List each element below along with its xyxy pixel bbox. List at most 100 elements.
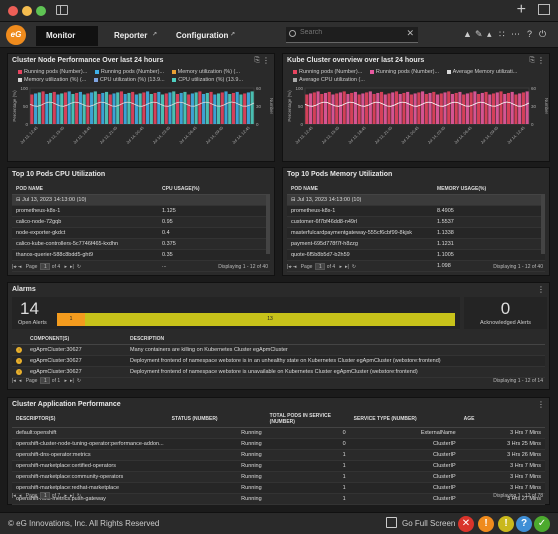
alarm-bar-orange[interactable]: 1 <box>57 313 85 326</box>
prev-page-icon[interactable]: ◂ <box>294 264 297 270</box>
table-row[interactable]: default:openshift Running 0 ExternalName 3 H… <box>12 427 545 439</box>
last-page-icon[interactable]: ▸| <box>70 493 74 499</box>
eg-logo[interactable]: eG <box>6 25 26 45</box>
table-row[interactable]: node-exporter-gkdct 0.4 <box>12 227 270 239</box>
first-page-icon[interactable]: |◂ <box>12 493 16 499</box>
page-input[interactable]: 1 <box>40 492 51 499</box>
table-row[interactable]: quote-6f5b8b5d7-b2h59 1.1005 <box>287 249 545 261</box>
column-header[interactable]: COMPONENT(S) <box>26 334 126 345</box>
legend-item[interactable]: Memory utilization (%) (... <box>18 76 86 84</box>
next-page-icon[interactable]: ▸ <box>65 378 68 384</box>
help-icon[interactable]: ? <box>527 29 532 39</box>
critical-alarm-icon[interactable]: ✕ <box>458 516 474 532</box>
refresh-icon[interactable]: ↻ <box>77 378 81 384</box>
refresh-icon[interactable]: ↻ <box>77 493 81 499</box>
first-page-icon[interactable]: |◂ <box>12 378 16 384</box>
search-input[interactable] <box>300 29 400 36</box>
fullscreen-icon[interactable] <box>386 517 397 528</box>
close-window-button[interactable] <box>8 6 18 16</box>
export-icon[interactable]: ⎘ <box>254 57 260 65</box>
open-alerts-box[interactable]: 14 Open Alerts 1 13 <box>12 297 460 329</box>
panel-menu-icon[interactable]: ⋮ <box>537 285 545 294</box>
user-icon[interactable]: ▲ <box>463 29 472 39</box>
normal-status-icon[interactable]: ✓ <box>534 516 550 532</box>
prev-page-icon[interactable]: ◂ <box>19 493 22 499</box>
group-row[interactable]: ⊟ Jul 13, 2023 14:13:00 (10) <box>12 194 270 206</box>
table-row[interactable]: calico-node-72gqb 0.95 <box>12 216 270 228</box>
next-page-icon[interactable]: ▸ <box>65 264 68 270</box>
column-header[interactable]: DESCRIPTOR(S) <box>12 411 168 428</box>
column-header[interactable]: POD NAME <box>12 184 158 195</box>
power-icon[interactable]: ⏻ <box>539 29 546 40</box>
last-page-icon[interactable]: ▸| <box>70 264 74 270</box>
refresh-icon[interactable]: ↻ <box>77 264 81 270</box>
next-page-icon[interactable]: ▸ <box>340 264 343 270</box>
new-tab-icon[interactable]: + <box>517 1 526 19</box>
column-header[interactable]: STATUS (NUMBER) <box>167 411 266 428</box>
legend-item[interactable]: Running pods (Number)... <box>369 68 439 76</box>
legend-item[interactable]: Average Memory utilizati... <box>446 68 517 76</box>
prev-page-icon[interactable]: ◂ <box>19 378 22 384</box>
next-page-icon[interactable]: ▸ <box>65 493 68 499</box>
legend-item[interactable]: CPU utilization (%) (13.9... <box>172 76 243 84</box>
legend-item[interactable]: Running pods (Number)... <box>293 68 362 76</box>
table-row[interactable]: openshift-marketplace:certified-operator… <box>12 460 545 472</box>
tab-monitor[interactable]: Monitor <box>36 26 98 59</box>
table-row[interactable]: openshift-dns-operator:metrics Running 1 Cl… <box>12 449 545 461</box>
scrollbar[interactable] <box>266 194 270 254</box>
alarm-row[interactable]: ! egApmCluster:30627 Deployment frontend o… <box>12 355 545 367</box>
column-header[interactable]: DESCRIPTION <box>126 334 545 345</box>
table-row[interactable]: thanos-querier-588c8bdd5-ght9 0.35 <box>12 249 270 261</box>
alarm-row[interactable]: ! egApmCluster:30627 Deployment frontend o… <box>12 366 545 378</box>
maximize-window-button[interactable] <box>36 6 46 16</box>
table-row[interactable]: openshift-cluster-node-tuning-operator:p… <box>12 438 545 450</box>
prev-page-icon[interactable]: ◂ <box>19 264 22 270</box>
tab-configuration[interactable]: Configuration ↗ <box>166 26 238 46</box>
group-row[interactable]: ⊟ Jul 13, 2023 14:13:00 (10) <box>287 194 545 206</box>
column-header[interactable]: CPU USAGE(%) <box>158 184 270 195</box>
alarm-bar-yellow[interactable]: 13 <box>85 313 455 326</box>
minor-alarm-icon[interactable]: ! <box>498 516 514 532</box>
alarm-bell-icon[interactable]: ▴ <box>487 29 492 40</box>
column-header[interactable]: MEMORY USAGE(%) <box>433 184 545 195</box>
tools-icon[interactable]: ✎ <box>475 29 483 40</box>
scrollbar[interactable] <box>541 194 545 254</box>
table-row[interactable]: openshift-marketplace:community-operator… <box>12 471 545 483</box>
major-alarm-icon[interactable]: ! <box>478 516 494 532</box>
column-header[interactable]: SERVICE TYPE (NUMBER) <box>349 411 460 428</box>
page-input[interactable]: 1 <box>40 263 51 270</box>
legend-item[interactable]: CPU utilization (%) (13.9... <box>93 76 165 84</box>
first-page-icon[interactable]: |◂ <box>287 264 291 270</box>
legend-item[interactable]: Average CPU utilization (... <box>293 76 365 84</box>
panel-menu-icon[interactable]: ⋮ <box>537 56 545 65</box>
unknown-alarm-icon[interactable]: ? <box>516 516 532 532</box>
sidebar-toggle-icon[interactable] <box>56 5 68 15</box>
table-row[interactable]: calico-kube-controllers-5c7746f465-kxdhn… <box>12 238 270 250</box>
network-icon[interactable]: ∷ <box>499 29 505 40</box>
first-page-icon[interactable]: |◂ <box>12 264 16 270</box>
last-page-icon[interactable]: ▸| <box>70 378 74 384</box>
table-row[interactable]: prometheus-k8s-1 8.4905 <box>287 205 545 217</box>
legend-item[interactable]: Running pods (Number)... <box>18 68 87 76</box>
go-full-screen-button[interactable]: Go Full Screen <box>402 519 455 528</box>
acknowledged-alerts-box[interactable]: 0 Acknowledged Alerts <box>464 297 547 329</box>
refresh-icon[interactable]: ↻ <box>352 264 356 270</box>
table-row[interactable]: customer-6f7bf46dd8-n49rl 1.5537 <box>287 216 545 228</box>
alarm-row[interactable]: ! egApmCluster:30627 Many containers are k… <box>12 344 545 356</box>
column-header[interactable]: AGE <box>459 411 545 428</box>
tab-reporter[interactable]: Reporter ↗ <box>104 26 157 46</box>
column-header[interactable]: TOTAL PODS IN SERVICE (NUMBER) <box>265 411 350 428</box>
tab-overview-icon[interactable] <box>538 4 550 15</box>
table-row[interactable]: prometheus-k8s-1 1.125 <box>12 205 270 217</box>
clear-search-icon[interactable]: ✕ <box>406 28 414 39</box>
table-row[interactable]: masterfulcardpaymentgateway-555cf6cbf99-… <box>287 227 545 239</box>
table-row[interactable]: payment-695d778f7f-h8zzg 1.1231 <box>287 238 545 250</box>
legend-item[interactable]: Memory utilization (%) (... <box>171 68 240 76</box>
minimize-window-button[interactable] <box>22 6 32 16</box>
page-input[interactable]: 1 <box>315 263 326 270</box>
export-icon[interactable]: ⎘ <box>529 57 535 65</box>
last-page-icon[interactable]: ▸| <box>345 264 349 270</box>
column-header[interactable]: POD NAME <box>287 184 433 195</box>
page-input[interactable]: 1 <box>40 377 51 384</box>
legend-item[interactable]: Running pods (Number)... <box>94 68 164 76</box>
